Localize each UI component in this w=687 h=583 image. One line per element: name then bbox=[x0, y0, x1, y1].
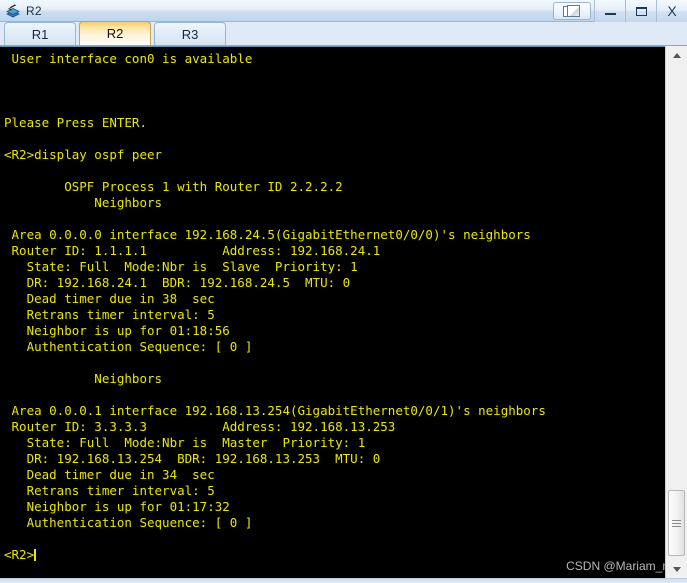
terminal-line: Please Press ENTER. bbox=[4, 115, 147, 130]
title-bar: R2 X bbox=[0, 0, 687, 22]
terminal-line: Authentication Sequence: [ 0 ] bbox=[4, 339, 253, 354]
terminal-area: User interface con0 is available Please … bbox=[0, 46, 687, 580]
terminal-line: Area 0.0.0.1 interface 192.168.13.254(Gi… bbox=[4, 403, 546, 418]
scroll-up-icon bbox=[672, 52, 681, 58]
terminal-line: Dead timer due in 34 sec bbox=[4, 467, 215, 482]
tab-label: R2 bbox=[106, 26, 124, 41]
terminal-line: Router ID: 1.1.1.1 Address: 192.168.24.1 bbox=[4, 243, 381, 258]
terminal-line: Neighbor is up for 01:17:32 bbox=[4, 499, 230, 514]
terminal-line: Area 0.0.0.0 interface 192.168.24.5(Giga… bbox=[4, 227, 531, 242]
tab-r3[interactable]: R3 bbox=[154, 22, 226, 45]
terminal-line: State: Full Mode:Nbr is Slave Priority: … bbox=[4, 259, 358, 274]
tab-r2[interactable]: R2 bbox=[79, 21, 151, 45]
scroll-down-icon bbox=[672, 566, 681, 572]
terminal-line: DR: 192.168.24.1 BDR: 192.168.24.5 MTU: … bbox=[4, 275, 351, 290]
terminal-line: Neighbors bbox=[4, 195, 163, 210]
terminal-line: Neighbor is up for 01:18:56 bbox=[4, 323, 230, 338]
router-device-icon bbox=[4, 2, 22, 20]
maximize-icon bbox=[635, 6, 647, 16]
terminal-output[interactable]: User interface con0 is available Please … bbox=[0, 47, 665, 580]
tab-strip: R1 R2 R3 bbox=[0, 21, 687, 46]
terminal-line: User interface con0 is available bbox=[4, 51, 253, 66]
terminal-line: Router ID: 3.3.3.3 Address: 192.168.13.2… bbox=[4, 419, 396, 434]
tab-label: R3 bbox=[181, 26, 199, 42]
window-controls: X bbox=[553, 0, 687, 22]
terminal-line: Neighbors bbox=[4, 371, 163, 386]
terminal-line: State: Full Mode:Nbr is Master Priority:… bbox=[4, 435, 366, 450]
terminal-line: Retrans timer interval: 5 bbox=[4, 307, 215, 322]
grip-icon bbox=[672, 518, 681, 529]
tab-r1[interactable]: R1 bbox=[4, 22, 76, 45]
maximize-button[interactable] bbox=[625, 0, 656, 22]
terminal-prompt: <R2> bbox=[4, 547, 35, 562]
text-cursor bbox=[34, 549, 37, 561]
scroll-thumb[interactable] bbox=[668, 490, 685, 556]
terminal-line: Authentication Sequence: [ 0 ] bbox=[4, 515, 253, 530]
scroll-up-button[interactable] bbox=[666, 46, 687, 64]
ensp-terminal-window: R2 X R1 R2 R3 User interface con0 is ava… bbox=[0, 0, 687, 583]
window-title: R2 bbox=[26, 3, 42, 18]
terminal-line: Retrans timer interval: 5 bbox=[4, 483, 215, 498]
terminal-line: Dead timer due in 38 sec bbox=[4, 291, 215, 306]
cascade-windows-icon[interactable] bbox=[553, 2, 591, 20]
close-button[interactable]: X bbox=[656, 0, 687, 22]
terminal-command-line: <R2>display ospf peer bbox=[4, 147, 163, 162]
minimize-button[interactable] bbox=[594, 0, 625, 22]
minimize-icon bbox=[604, 12, 616, 15]
terminal-line: DR: 192.168.13.254 BDR: 192.168.13.253 M… bbox=[4, 451, 381, 466]
tab-label: R1 bbox=[31, 26, 49, 42]
window-bottom-edge bbox=[0, 578, 687, 583]
scroll-down-button[interactable] bbox=[666, 560, 687, 578]
watermark: CSDN @Mariam_me bbox=[566, 559, 679, 573]
terminal-line: OSPF Process 1 with Router ID 2.2.2.2 bbox=[4, 179, 343, 194]
vertical-scrollbar[interactable] bbox=[665, 46, 687, 583]
close-icon: X bbox=[667, 3, 677, 19]
